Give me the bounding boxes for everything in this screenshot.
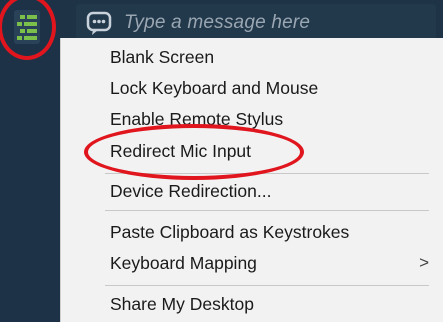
chat-bubble-icon [86, 11, 112, 35]
menu-item-keyboard-mapping[interactable]: Keyboard Mapping > [110, 248, 443, 278]
menu-item-enable-remote-stylus[interactable]: Enable Remote Stylus [110, 104, 443, 134]
menu-item-share-my-desktop[interactable]: Share My Desktop [110, 289, 443, 319]
chat-input[interactable] [124, 12, 436, 34]
menu-item-redirect-mic-input[interactable]: Redirect Mic Input [110, 136, 443, 166]
menu-separator [105, 285, 429, 286]
menu-item-lock-keyboard-mouse[interactable]: Lock Keyboard and Mouse [110, 73, 443, 103]
app-menu-icon [14, 10, 40, 44]
chevron-right-icon: > [419, 253, 429, 272]
menu-separator [105, 210, 429, 211]
chat-message-bar[interactable] [76, 4, 436, 42]
menu-item-device-redirection[interactable]: Device Redirection... [110, 176, 443, 206]
app-menu-button[interactable] [8, 6, 46, 48]
menu-item-blank-screen[interactable]: Blank Screen [110, 42, 443, 72]
menu-item-paste-clipboard-keystrokes[interactable]: Paste Clipboard as Keystrokes [110, 217, 443, 247]
menu-item-label: Keyboard Mapping [110, 253, 257, 273]
left-sidebar [0, 0, 60, 322]
menu-separator [105, 173, 429, 174]
context-menu: Blank Screen Lock Keyboard and Mouse Ena… [60, 38, 443, 322]
